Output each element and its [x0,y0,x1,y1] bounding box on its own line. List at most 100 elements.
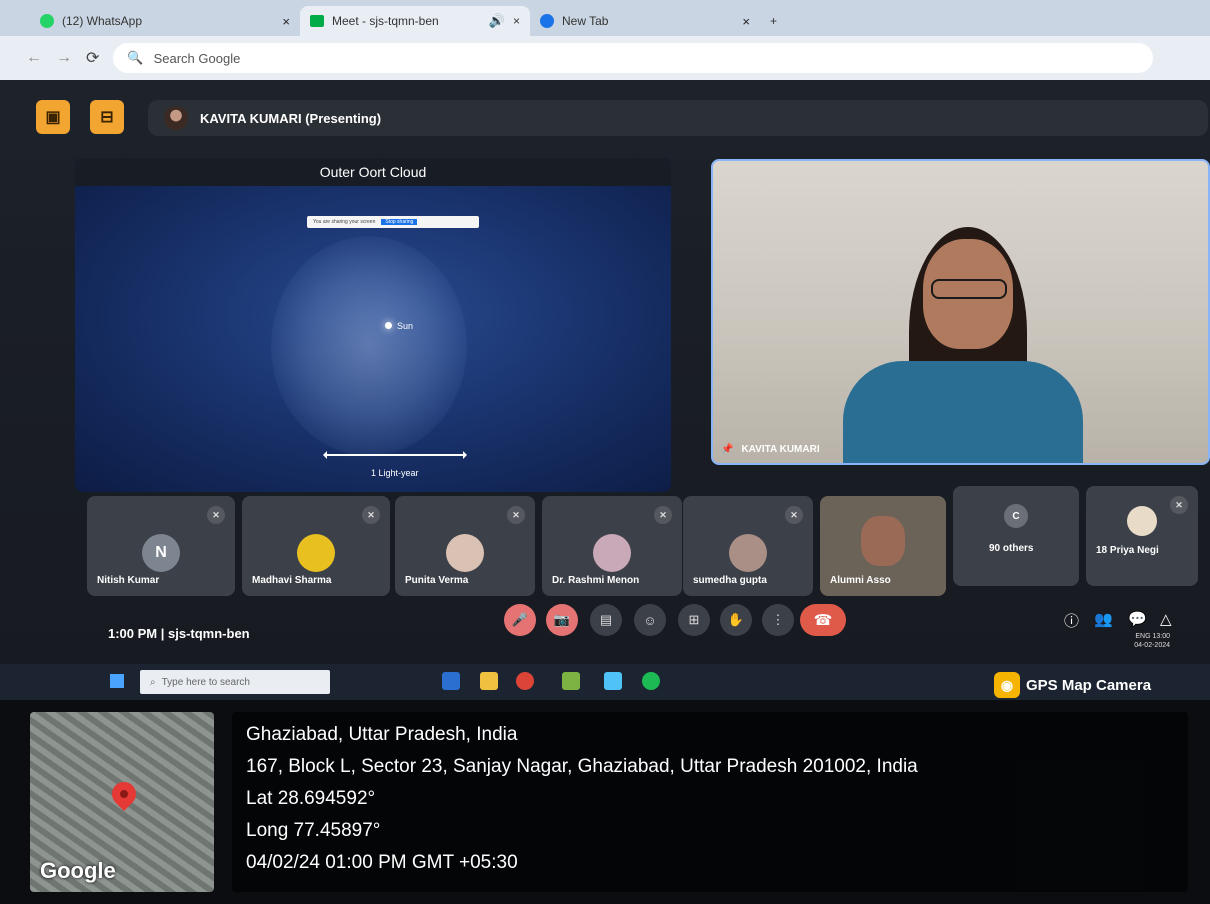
search-placeholder: Search Google [153,50,241,66]
whatsapp-icon [40,14,54,28]
space-image: You are sharing your screen Stop sharing… [75,186,671,492]
edge-icon[interactable] [442,672,460,690]
activities-icon[interactable]: △ [1160,610,1172,628]
browser-tab-strip: (12) WhatsApp × Meet - sjs-tqmn-ben 🔊 × … [0,0,1210,36]
close-tab-icon[interactable]: × [282,14,290,29]
stop-sharing-button[interactable]: Stop sharing [381,219,418,225]
taskbar-search[interactable]: ⌕ Type here to search [140,670,330,694]
chat-icon[interactable]: 💬 [1128,610,1147,628]
present-button[interactable]: ⊞ [678,604,710,636]
system-language: ENG [1135,633,1151,640]
mic-off-icon: ✕ [785,506,803,524]
windows-start-icon[interactable] [110,674,124,688]
glasses [931,279,1007,299]
location-map: Google [30,712,214,892]
more-options-button[interactable]: ⋮ [762,604,794,636]
tab-label: New Tab [562,14,609,28]
participant-name: Madhavi Sharma [252,575,332,586]
folder-icon[interactable] [480,672,498,690]
mic-off-icon: ✕ [1170,496,1188,514]
layout-icon[interactable]: ⊟ [90,100,124,134]
camera-toggle-button[interactable]: 📷 [546,604,578,636]
participant-tile[interactable]: N ✕ Nitish Kumar [87,496,235,596]
close-tab-icon[interactable]: × [513,14,520,28]
map-pin-icon [107,777,141,811]
forward-icon[interactable]: → [56,49,72,67]
avatar: N [142,534,180,572]
latitude: Lat 28.694592° [246,788,376,809]
participant-name: 90 others [989,543,1034,554]
participant-name: 18 Priya Negi [1096,545,1159,556]
tab-whatsapp[interactable]: (12) WhatsApp × [30,6,300,36]
participant-name: sumedha gupta [693,575,767,586]
location-address: 167, Block L, Sector 23, Sanjay Nagar, G… [246,756,918,777]
avatar [861,516,905,566]
mail-icon[interactable] [604,672,622,690]
participant-tile[interactable]: ✕ Dr. Rashmi Menon [542,496,682,596]
meeting-code: sjs-tqmn-ben [168,626,250,641]
scale-label: 1 Light-year [371,468,419,478]
raise-hand-button[interactable]: ✋ [720,604,752,636]
slide-title: Outer Oort Cloud [75,158,671,186]
tab-label: (12) WhatsApp [62,14,143,28]
search-icon: 🔍 [127,50,144,65]
leave-call-button[interactable]: ☎ [800,604,846,636]
search-icon: ⌕ [150,676,156,688]
pin-icon[interactable]: 📌 [721,444,733,455]
meet-app: ▣ ⊟ KAVITA KUMARI (Presenting) Outer Oor… [0,80,1210,700]
tab-new-tab[interactable]: New Tab × [530,6,760,36]
address-bar[interactable]: 🔍 Search Google [113,43,1154,73]
shared-screen: Outer Oort Cloud You are sharing your sc… [75,158,671,492]
participant-tile[interactable]: Alumni Asso [820,496,946,596]
meeting-info: 1:00 PM | sjs-tqmn-ben [108,626,250,641]
sun-label: Sun [397,321,414,331]
camera-off-icon[interactable]: ▣ [36,100,70,134]
close-tab-icon[interactable]: × [742,14,750,29]
back-icon[interactable]: ← [26,49,42,67]
person-body [843,361,1083,463]
participant-tile[interactable]: ✕ 18 Priya Negi [1086,486,1198,586]
chrome-icon[interactable] [516,672,534,690]
separator: | [160,626,169,641]
map-attribution: Google [40,858,116,883]
share-banner: You are sharing your screen Stop sharing [307,216,479,228]
gps-map-camera-badge: ◉ GPS Map Camera [994,672,1151,698]
info-icon[interactable]: ⓘ [1064,610,1079,631]
mic-off-icon: ✕ [207,506,225,524]
participant-tile[interactable]: ✕ sumedha gupta [683,496,813,596]
avatar [729,534,767,572]
presenter-bar: KAVITA KUMARI (Presenting) [148,100,1208,136]
system-time: 13:00 [1152,633,1170,640]
captions-button[interactable]: ▤ [590,604,622,636]
sun-dot [385,322,392,329]
audio-icon[interactable]: 🔊 [489,13,505,29]
avatar [593,534,631,572]
avatar [297,534,335,572]
oort-cloud [271,236,467,456]
new-tab-button[interactable]: + [760,6,810,36]
location-title: Ghaziabad, Uttar Pradesh, India [246,724,518,745]
timestamp: 04/02/24 01:00 PM GMT +05:30 [246,852,518,873]
store-icon[interactable] [562,672,580,690]
system-date: 04-02-2024 [1134,642,1170,649]
tab-label: Meet - sjs-tqmn-ben [332,14,439,28]
reload-icon[interactable]: ⟳ [86,48,99,68]
people-icon[interactable]: 👥 [1094,610,1113,628]
browser-toolbar: ← → ⟳ 🔍 Search Google [0,36,1210,80]
spotify-icon[interactable] [642,672,660,690]
emoji-button[interactable]: ☺ [634,604,666,636]
location-info: Ghaziabad, Uttar Pradesh, India 167, Blo… [232,712,1188,892]
avatar: C [1004,504,1028,528]
avatar [1127,506,1157,536]
mic-toggle-button[interactable]: 🎤 [504,604,536,636]
mic-off-icon: ✕ [654,506,672,524]
participant-tile[interactable]: C 90 others [953,486,1079,586]
chrome-icon [540,14,554,28]
map-pin-icon: ◉ [994,672,1020,698]
avatar [446,534,484,572]
participant-tile[interactable]: ✕ Madhavi Sharma [242,496,390,596]
laptop-screen: (12) WhatsApp × Meet - sjs-tqmn-ben 🔊 × … [0,0,1210,700]
participant-tile[interactable]: ✕ Punita Verma [395,496,535,596]
tab-meet[interactable]: Meet - sjs-tqmn-ben 🔊 × [300,6,530,36]
meet-controls: 1:00 PM | sjs-tqmn-ben 🎤 📷 ▤ ☺ ⊞ ✋ ⋮ ☎ ⓘ… [0,604,1210,664]
